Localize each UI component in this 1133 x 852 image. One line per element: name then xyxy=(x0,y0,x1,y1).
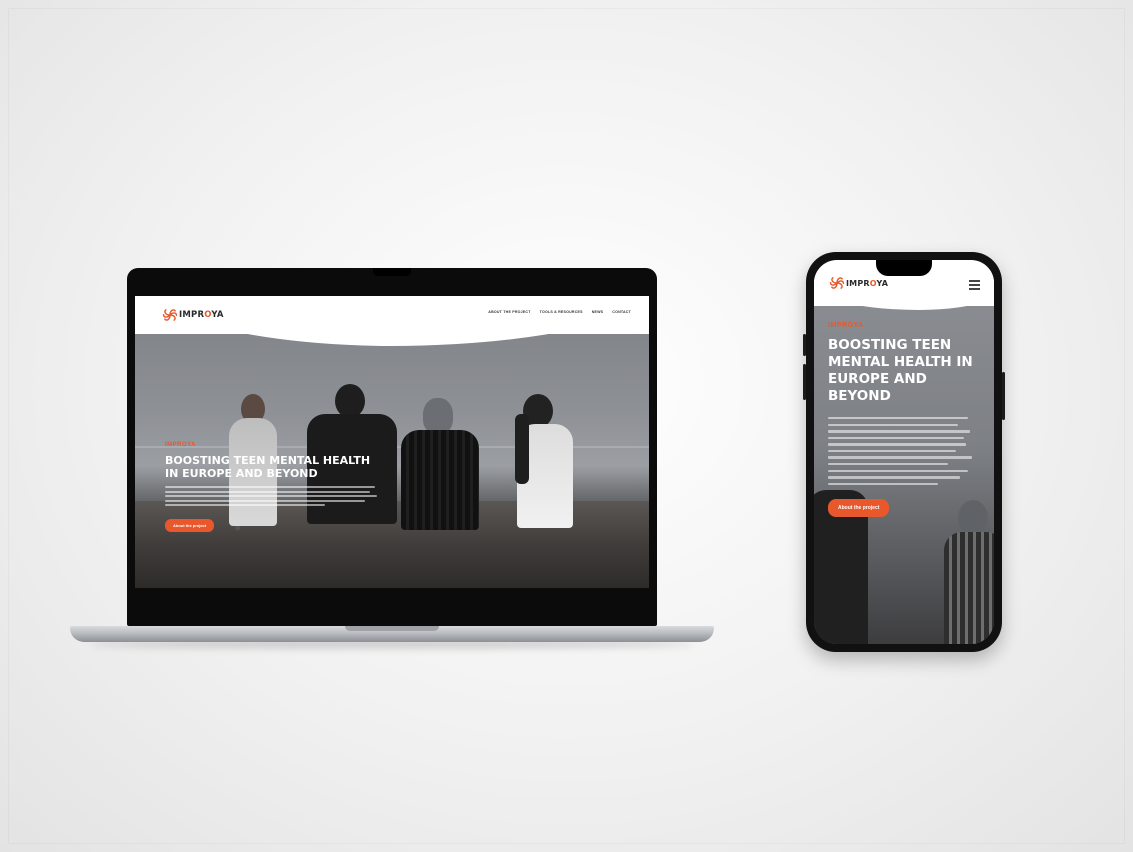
phone-hero-content: IMPROYA BOOSTING TEEN MENTAL HEALTH IN E… xyxy=(828,322,978,518)
hero-content: IMPROYA BOOSTING TEEN MENTAL HEALTH IN E… xyxy=(165,442,435,532)
swirl-logo-icon xyxy=(829,276,845,290)
hero-photo-person-4 xyxy=(507,394,577,534)
logo-text-suffix: YA xyxy=(211,310,224,320)
nav-item-news[interactable]: NEWS xyxy=(592,310,604,314)
hero-title: BOOSTING TEEN MENTAL HEALTH IN EUROPE AN… xyxy=(165,454,371,480)
site-logo[interactable]: IMPROYA xyxy=(161,306,224,324)
phone-screen: IMPROYA IMPROYA BOOSTING TEEN MENTAL HEA… xyxy=(814,260,994,644)
laptop-trackpad-lip xyxy=(345,626,439,631)
phone-about-project-button[interactable]: About the project xyxy=(828,499,890,518)
laptop-camera-notch xyxy=(373,268,411,276)
hero-kicker: IMPROYA xyxy=(165,442,196,448)
phone-side-button xyxy=(803,364,806,400)
site-header: IMPROYA ABOUT THE PROJECT TOOLS & RESOUR… xyxy=(135,296,649,334)
hero-paragraph xyxy=(165,486,435,506)
swirl-logo-icon xyxy=(162,308,178,322)
phone-mockup: IMPROYA IMPROYA BOOSTING TEEN MENTAL HEA… xyxy=(803,252,1005,652)
main-nav: ABOUT THE PROJECT TOOLS & RESOURCES NEWS… xyxy=(488,310,631,314)
logo-text-prefix: IMPR xyxy=(846,278,870,288)
laptop-base xyxy=(70,626,714,642)
logo-text-suffix: YA xyxy=(876,278,889,288)
laptop-screen: IMPROYA BOOSTING TEEN MENTAL HEALTH IN E… xyxy=(135,296,649,588)
phone-side-button xyxy=(1002,372,1005,420)
about-project-button[interactable]: About the project xyxy=(165,518,215,532)
phone-side-button xyxy=(803,334,806,356)
phone-site-logo[interactable]: IMPROYA xyxy=(828,274,888,292)
laptop-mockup: IMPROYA BOOSTING TEEN MENTAL HEALTH IN E… xyxy=(127,268,657,626)
hamburger-icon[interactable] xyxy=(969,280,980,292)
nav-item-about[interactable]: ABOUT THE PROJECT xyxy=(488,310,530,314)
phone-hero-photo-person-1 xyxy=(944,500,994,644)
phone-hero-title: BOOSTING TEEN MENTAL HEALTH IN EUROPE AN… xyxy=(828,337,973,404)
phone-notch xyxy=(876,260,932,276)
phone-hero-kicker: IMPROYA xyxy=(828,322,864,329)
nav-item-tools[interactable]: TOOLS & RESOURCES xyxy=(540,310,583,314)
nav-item-contact[interactable]: CONTACT xyxy=(612,310,631,314)
logo-text-prefix: IMPR xyxy=(179,310,205,320)
phone-hero-paragraph xyxy=(828,417,978,486)
hero-section: IMPROYA BOOSTING TEEN MENTAL HEALTH IN E… xyxy=(135,296,649,588)
